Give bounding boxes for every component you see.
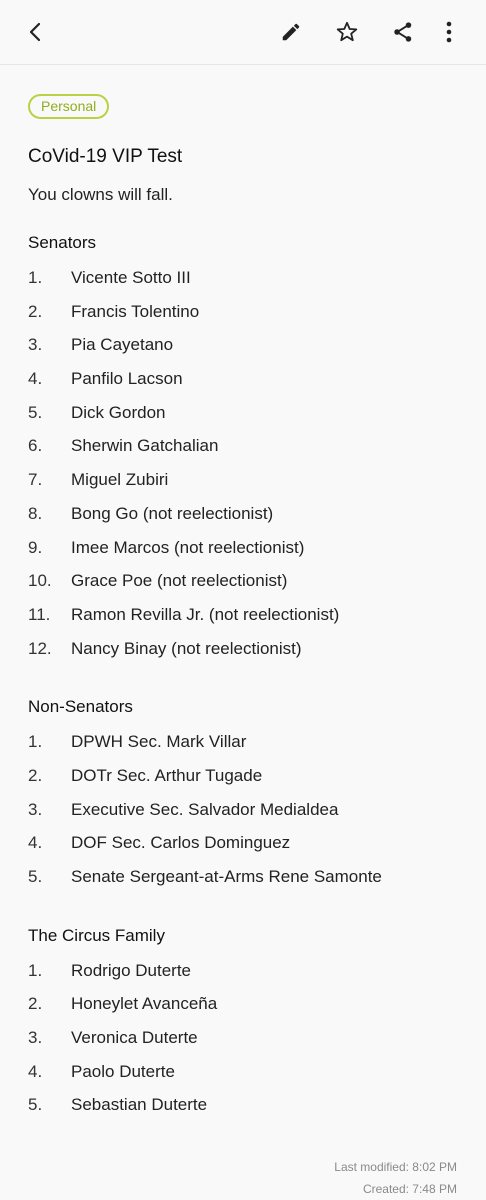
list-item-text: DOF Sec. Carlos Dominguez <box>71 833 291 853</box>
list-item-number: 3. <box>28 799 43 819</box>
list-item-number: 5. <box>28 402 43 422</box>
list-item-text: Veronica Duterte <box>71 1028 198 1048</box>
list-item: 7. Miguel Zubiri <box>28 467 468 501</box>
list-item-number: 12. <box>28 638 52 658</box>
back-button[interactable] <box>16 12 56 52</box>
list-circus-family: 1. Rodrigo Duterte 2. Honeylet Avanceña 3.… <box>28 958 468 1126</box>
list-item-number: 2. <box>28 301 43 321</box>
list-item-text: DPWH Sec. Mark Villar <box>71 732 247 752</box>
list-item-number: 4. <box>28 833 43 853</box>
list-item: 3. Veronica Duterte <box>28 1025 468 1059</box>
list-item-text: DOTr Sec. Arthur Tugade <box>71 765 263 785</box>
list-item: 11. Ramon Revilla Jr. (not reelectionist) <box>28 602 468 636</box>
note-title: CoVid-19 VIP Test <box>28 146 183 167</box>
share-button[interactable] <box>383 12 423 52</box>
list-item-text: Miguel Zubiri <box>71 470 169 490</box>
list-item-text: Sebastian Duterte <box>71 1095 208 1115</box>
list-item: 2. Honeylet Avanceña <box>28 991 468 1025</box>
list-item-number: 5. <box>28 1095 43 1115</box>
list-item-text: Executive Sec. Salvador Medialdea <box>71 799 339 819</box>
list-item: 5. Dick Gordon <box>28 400 468 434</box>
list-item-number: 3. <box>28 335 43 355</box>
list-item: 12. Nancy Binay (not reelectionist) <box>28 636 468 670</box>
list-item-number: 1. <box>28 732 43 752</box>
list-item-number: 2. <box>28 765 43 785</box>
list-item: 3. Executive Sec. Salvador Medialdea <box>28 797 468 831</box>
category-tag[interactable]: Personal <box>28 94 110 119</box>
list-item: 2. Francis Tolentino <box>28 299 468 333</box>
list-item-text: Vicente Sotto III <box>71 268 191 287</box>
favorite-button[interactable] <box>327 12 367 52</box>
list-item: 5. Sebastian Duterte <box>28 1092 468 1126</box>
list-item-text: Bong Go (not reelectionist) <box>71 503 274 523</box>
created-text: Created: 7:48 PM <box>362 1182 457 1196</box>
list-item: 3. Pia Cayetano <box>28 332 468 366</box>
list-item-number: 3. <box>28 1028 43 1048</box>
share-icon <box>394 22 412 42</box>
top-toolbar <box>0 0 486 65</box>
list-non-senators: 1. DPWH Sec. Mark Villar 2. DOTr Sec. Arth… <box>28 729 468 897</box>
list-item-text: Senate Sergeant-at-Arms Rene Samonte <box>71 867 382 886</box>
list-item-number: 9. <box>28 537 43 557</box>
list-item-text: Panfilo Lacson <box>71 369 183 389</box>
list-item-text: Nancy Binay (not reelectionist) <box>71 638 302 658</box>
list-item-number: 4. <box>28 369 43 389</box>
list-item-text: Pia Cayetano <box>71 335 174 355</box>
list-item: 1. Vicente Sotto III <box>28 265 468 299</box>
list-item-number: 1. <box>28 960 43 980</box>
list-item-text: Grace Poe (not reelectionist) <box>71 571 288 591</box>
list-item-text: Ramon Revilla Jr. (not reelectionist) <box>71 604 340 624</box>
last-modified-text: Last modified: 8:02 PM <box>334 1160 457 1174</box>
list-item: 5. Senate Sergeant-at-Arms Rene Samonte <box>28 864 468 898</box>
list-item-number: 11. <box>28 604 51 624</box>
chevron-left-icon <box>29 22 41 42</box>
section-heading-senators: Senators <box>28 233 97 252</box>
list-item-number: 2. <box>28 994 43 1014</box>
pencil-icon <box>282 23 300 41</box>
note-intro-text: You clowns will fall. <box>28 185 173 204</box>
list-item-text: Paolo Duterte <box>71 1061 175 1081</box>
list-item: 6. Sherwin Gatchalian <box>28 433 468 467</box>
list-item: 1. Rodrigo Duterte <box>28 958 468 992</box>
list-item-text: Imee Marcos (not reelectionist) <box>71 537 305 557</box>
list-item-number: 5. <box>28 867 43 886</box>
list-item: 10. Grace Poe (not reelectionist) <box>28 568 468 602</box>
list-item: 4. Paolo Duterte <box>28 1059 468 1093</box>
list-item: 2. DOTr Sec. Arthur Tugade <box>28 763 468 797</box>
edit-button[interactable] <box>271 12 311 52</box>
section-heading-circus-family: The Circus Family <box>28 925 165 945</box>
list-item-text: Sherwin Gatchalian <box>71 436 219 456</box>
section-heading-non-senators: Non-Senators <box>28 697 133 717</box>
list-item-number: 6. <box>28 436 43 456</box>
list-senators: 1. Vicente Sotto III 2. Francis Tolentino … <box>28 265 468 669</box>
list-item-text: Dick Gordon <box>71 402 166 422</box>
list-item-number: 8. <box>28 503 43 523</box>
list-item: 9. Imee Marcos (not reelectionist) <box>28 535 468 569</box>
list-item-text: Rodrigo Duterte <box>71 960 192 980</box>
list-item-number: 4. <box>28 1061 43 1081</box>
note-content: Personal CoVid-19 VIP Test You clowns wi… <box>28 94 468 1126</box>
list-item-number: 7. <box>28 470 43 490</box>
more-vertical-icon <box>446 21 452 43</box>
list-item: 1. DPWH Sec. Mark Villar <box>28 729 468 763</box>
more-options-button[interactable] <box>429 12 469 52</box>
star-outline-icon <box>336 21 358 42</box>
list-item: 4. Panfilo Lacson <box>28 366 468 400</box>
list-item-text: Francis Tolentino <box>71 301 200 321</box>
list-item: 8. Bong Go (not reelectionist) <box>28 501 468 535</box>
list-item-text: Honeylet Avanceña <box>71 994 218 1014</box>
list-item: 4. DOF Sec. Carlos Dominguez <box>28 830 468 864</box>
list-item-number: 1. <box>28 268 43 287</box>
list-item-number: 10. <box>28 571 52 591</box>
